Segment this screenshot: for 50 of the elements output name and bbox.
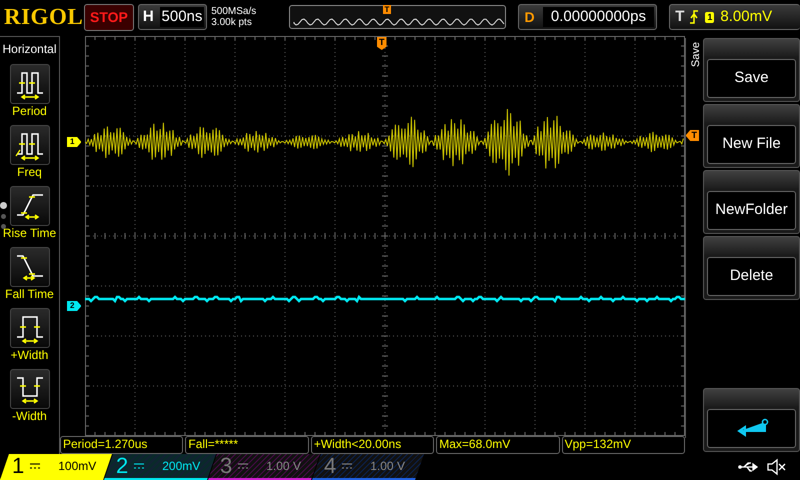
page-dot[interactable]	[1, 214, 6, 219]
channel-tab[interactable]: 4 1.00 V	[312, 454, 424, 480]
rising-edge-icon	[689, 9, 700, 25]
delay-control[interactable]: D 0.00000000ps	[518, 4, 658, 30]
timebase-control[interactable]: H 500ns	[138, 4, 208, 30]
measure-label: Fall Time	[5, 287, 54, 302]
dc-coupling-icon	[238, 462, 248, 470]
trigger-control[interactable]: T 1 8.00mV	[669, 4, 800, 30]
dc-coupling-icon	[134, 462, 144, 470]
measurement-readout: Period=1.270us	[60, 436, 184, 454]
run-status[interactable]: STOP	[84, 4, 134, 30]
page-dot[interactable]	[1, 224, 6, 229]
brand-logo: RIGOL	[4, 2, 80, 31]
measure-button[interactable]	[10, 369, 50, 409]
trigger-marker: T	[382, 5, 392, 14]
measure-button[interactable]	[10, 125, 50, 165]
page-dot[interactable]	[0, 202, 7, 209]
back-button[interactable]	[707, 409, 796, 448]
memory-depth: 3.00k pts	[211, 17, 253, 28]
trigger-position-marker: T	[377, 37, 386, 50]
measurement-readout: +Width<20.00ns	[310, 436, 434, 454]
measurement-readout: Fall=*****	[185, 436, 309, 454]
menu-button[interactable]: New File	[707, 125, 796, 164]
measure-button[interactable]	[10, 247, 50, 287]
measurement-readout: Max=68.0mV	[436, 436, 560, 454]
channel-marker: 1	[67, 137, 82, 147]
measure-button[interactable]	[10, 308, 50, 348]
dc-coupling-icon	[342, 462, 352, 470]
channel-tab[interactable]: 2 200mV	[104, 454, 216, 480]
sample-rate: 500MSa/s	[211, 6, 258, 17]
measure-button[interactable]	[10, 186, 50, 226]
measure-label: Rise Time	[2, 226, 56, 241]
measure-label: Period	[12, 104, 47, 119]
menu-title: Save	[689, 41, 703, 70]
menu-button[interactable]: Save	[707, 59, 796, 98]
trigger-level-marker: T	[686, 130, 699, 141]
measure-label: -Width	[12, 409, 47, 424]
channel-marker: 2	[67, 301, 82, 311]
usb-icon	[738, 461, 760, 473]
measure-label: +Width	[10, 348, 48, 363]
measure-label: Freq	[17, 165, 42, 180]
measurement-readout: Vpp=132mV	[562, 436, 686, 454]
mute-icon	[766, 458, 786, 476]
menu-title: Horizontal	[1, 41, 58, 58]
menu-button[interactable]: Delete	[707, 257, 796, 296]
channel-tab[interactable]: 1 100mV	[0, 454, 112, 480]
channel-tab[interactable]: 3 1.00 V	[208, 454, 320, 480]
dc-coupling-icon	[30, 462, 40, 470]
menu-button[interactable]: NewFolder	[707, 191, 796, 230]
measure-button[interactable]	[10, 64, 50, 104]
